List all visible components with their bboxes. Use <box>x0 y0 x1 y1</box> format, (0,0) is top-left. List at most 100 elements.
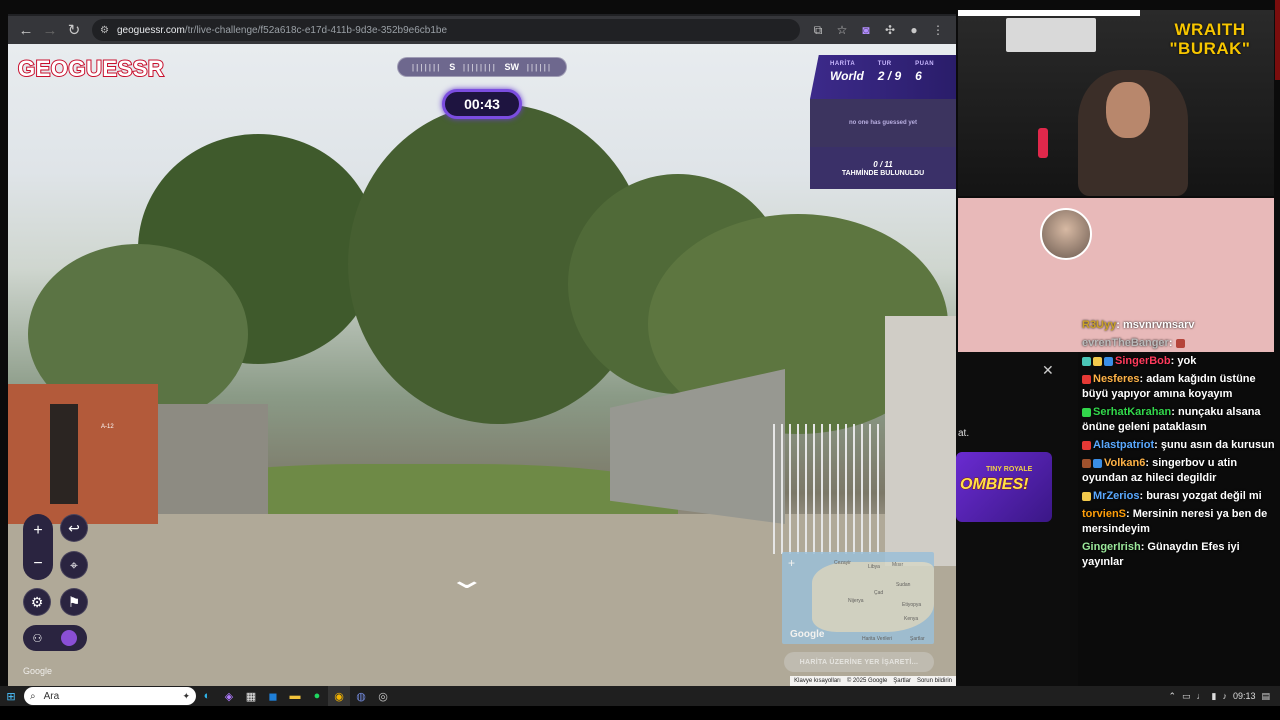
chat-message: Nesferes: adam kağıdın üstüne büyü yapıy… <box>1082 373 1256 400</box>
score-header: HARİTA World TUR 2 / 9 PUAN 6 <box>810 55 956 99</box>
chat-message: Alastpatriot: şunu asın da kurusun <box>1082 438 1278 453</box>
chat-message: SerhatKarahan: nunçaku alsana önüne gele… <box>1082 406 1261 433</box>
map-label: HARİTA <box>830 61 856 67</box>
map-value: World <box>830 69 864 83</box>
tray-expand-icon[interactable]: ⌃ <box>1168 691 1176 702</box>
guess-minimap[interactable]: + Cezayir Libya Mısır Sudan Nijerya Çad … <box>782 552 934 644</box>
chat-message: R3Uyy: msvnrvmsarv <box>1082 319 1195 331</box>
chat-message: SingerBob: yok <box>1082 354 1278 369</box>
obs-icon[interactable]: ◎ <box>372 686 394 706</box>
streamer-name-overlay: WRAITH "BURAK" <box>1145 20 1275 58</box>
microphone-icon[interactable]: ♩ <box>1197 691 1206 701</box>
search-highlight-icon: ✦ <box>182 690 190 701</box>
map-terms-link[interactable]: Şartlar <box>910 636 925 642</box>
volume-icon[interactable]: ♪ <box>1222 691 1227 701</box>
extension-icon[interactable]: ◙ <box>854 18 878 42</box>
site-info-icon[interactable]: ⚙ <box>100 25 109 36</box>
map-label-sudan: Sudan <box>896 582 911 588</box>
store-icon[interactable]: ▦ <box>240 686 262 706</box>
round-timer: 00:43 <box>442 89 522 119</box>
chat-message: evrenTheBanger: <box>1082 336 1278 351</box>
notification-icon[interactable]: ▤ <box>1261 691 1270 702</box>
player-avatar <box>61 630 78 646</box>
chat-message: GingerIrish: Günaydın Efes iyi yayınlar <box>1082 541 1240 568</box>
concrete-wall-right <box>610 369 785 524</box>
address-bar[interactable]: ⚙ geoguessr.com /tr/live-challenge/f52a6… <box>92 19 800 41</box>
windows-start-icon[interactable]: ⊞ <box>0 686 22 706</box>
minimap-zoom-in-icon[interactable]: + <box>788 556 795 570</box>
forward-arrow-icon[interactable]: → <box>38 18 62 42</box>
guesses-count: 0 / 11 <box>873 159 893 169</box>
map-label-chad: Çad <box>874 590 884 596</box>
chat-user: torvienS <box>1082 508 1127 520</box>
close-icon[interactable]: ✕ <box>1042 362 1054 379</box>
clock-time[interactable]: 09:13 <box>1233 691 1256 701</box>
move-forward-arrow-icon[interactable]: ⌄ <box>447 564 486 595</box>
settings-gear-icon[interactable]: ⚙ <box>23 588 51 616</box>
network-icon[interactable]: ▭ <box>1182 691 1191 702</box>
street-sign-text: A-12 <box>101 424 114 430</box>
chat-user: SingerBob <box>1115 355 1171 367</box>
street-view-panorama[interactable]: A-12 GEOGUESSR ||||||| S |||||||| SW |||… <box>8 44 956 686</box>
taskbar-search[interactable]: ⌕ Ara ✦ <box>24 687 196 705</box>
battery-icon[interactable]: ▮ <box>1212 691 1217 702</box>
flag-checkpoint-icon[interactable]: ⚑ <box>60 588 88 616</box>
place-marker-button[interactable]: HARİTA ÜZERİNE YER İŞARETİ... <box>784 652 934 672</box>
map-label-nigeria: Nijerya <box>848 598 864 604</box>
team-indicator[interactable]: ⚇ <box>23 625 87 651</box>
browser-window: ← → ↻ ⚙ geoguessr.com /tr/live-challenge… <box>8 14 956 686</box>
reload-icon[interactable]: ↻ <box>62 18 86 42</box>
search-icon: ⌕ <box>30 690 36 702</box>
url-path: /tr/live-challenge/f52a618c-e17d-411b-9d… <box>184 24 448 36</box>
map-data-link[interactable]: Harita Verileri <box>862 636 892 642</box>
concrete-wall-left <box>158 404 268 514</box>
install-app-icon[interactable]: ⧉ <box>806 18 830 42</box>
return-to-start-button[interactable]: ⌖ <box>60 551 88 579</box>
emote-icon <box>1175 338 1185 348</box>
search-placeholder: Ara <box>43 690 60 702</box>
chat-text: msvnrvmsarv <box>1122 319 1195 331</box>
zoom-out-button[interactable]: − <box>33 555 42 573</box>
outlook-icon[interactable]: ◼ <box>262 686 284 706</box>
more-menu-icon[interactable]: ⋮ <box>926 18 950 42</box>
copilot-icon[interactable]: ◈ <box>218 686 240 706</box>
zoom-controls: + − <box>23 514 53 580</box>
puzzle-extensions-icon[interactable]: ✣ <box>878 18 902 42</box>
guesses-label: TAHMİNDE BULUNULDU <box>841 169 925 177</box>
profile-avatar-icon[interactable]: ● <box>902 18 926 42</box>
guess-status-text: no one has guessed yet <box>848 120 918 126</box>
keyboard-shortcuts-link[interactable]: Klavye kısayolları <box>794 678 841 684</box>
bookmark-star-icon[interactable]: ☆ <box>830 18 854 42</box>
map-footer: Klavye kısayolları © 2025 Google Şartlar… <box>790 676 956 686</box>
streamer-name-line2: "BURAK" <box>1169 39 1251 58</box>
badge-icon <box>1082 374 1091 384</box>
discord-icon[interactable]: ◍ <box>350 686 372 706</box>
map-label-algeria: Cezayir <box>834 560 851 566</box>
chat-text: burası yozgat değil mi <box>1146 490 1262 502</box>
file-explorer-icon[interactable]: ▬ <box>284 686 306 706</box>
copyright-text: © 2025 Google <box>846 678 888 684</box>
badge-icon <box>1082 491 1091 501</box>
terms-link[interactable]: Şartlar <box>893 678 911 684</box>
chat-user: R3Uyy <box>1082 319 1117 331</box>
zoom-in-button[interactable]: + <box>33 522 42 540</box>
back-arrow-icon[interactable]: ← <box>14 18 38 42</box>
report-problem-link[interactable]: Sorun bildirin <box>917 678 952 684</box>
compass-bar: ||||||| S |||||||| SW |||||| <box>397 57 567 77</box>
chrome-icon[interactable]: ◉ <box>328 686 350 706</box>
house-door <box>50 404 78 504</box>
geoguessr-logo[interactable]: GEOGUESSR <box>17 55 165 82</box>
stream-chat: R3Uyy: msvnrvmsarv evrenTheBanger: Singe… <box>1082 318 1278 638</box>
streamer-name-line1: WRAITH <box>1174 20 1246 39</box>
edge-icon[interactable]: ◐ <box>196 686 218 706</box>
points-value: 6 <box>915 69 922 83</box>
chat-message: MrZerios: burası yozgat değil mi <box>1082 489 1278 504</box>
map-column: HARİTA World <box>830 61 864 99</box>
undo-move-button[interactable]: ↩ <box>60 514 88 542</box>
screen: { "browser": { "url_host": "geoguessr.co… <box>0 0 1280 720</box>
chat-message: Volkan6: singerbov u atin oyundan az hil… <box>1082 457 1238 484</box>
spotify-icon[interactable]: ● <box>306 686 328 706</box>
guesses-found-box: 0 / 11 TAHMİNDE BULUNULDU <box>810 147 956 189</box>
game-ad-card[interactable]: TINY ROYALE OMBIES! <box>956 452 1052 522</box>
badge-icon <box>1093 458 1102 468</box>
